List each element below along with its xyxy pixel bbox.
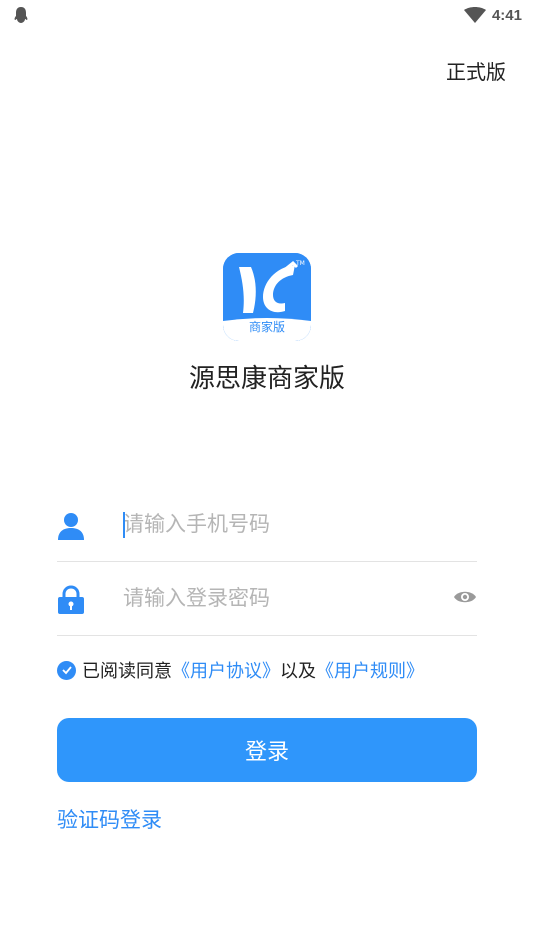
text-cursor <box>123 512 125 538</box>
qq-notification-icon <box>14 7 28 23</box>
agreement-row: 已阅读同意 《用户协议》 以及 《用户规则》 <box>57 656 424 684</box>
password-field-row <box>57 561 477 636</box>
agreement-prefix: 已阅读同意 <box>82 661 172 682</box>
login-button[interactable]: 登录 <box>57 718 477 782</box>
svg-text:TM: TM <box>295 260 305 267</box>
user-agreement-link[interactable]: 《用户协议》 <box>172 657 280 683</box>
user-icon <box>58 513 84 540</box>
status-time: 4:41 <box>491 6 522 24</box>
status-bar: 4:41 <box>0 0 534 30</box>
phone-input[interactable] <box>123 501 443 547</box>
app-logo: TM 商家版 <box>223 253 311 341</box>
wifi-icon <box>463 7 486 23</box>
show-password-icon[interactable] <box>453 588 477 606</box>
phone-field-row <box>57 487 477 562</box>
agreement-middle: 以及 <box>280 661 316 682</box>
agree-checkbox[interactable] <box>57 660 76 680</box>
lock-icon <box>58 585 84 614</box>
password-input[interactable] <box>123 575 443 621</box>
app-name: 源思康商家版 <box>188 364 345 394</box>
check-icon <box>61 666 72 675</box>
code-login-link[interactable]: 验证码登录 <box>57 804 162 834</box>
version-switch[interactable]: 正式版 <box>446 56 506 85</box>
user-rules-link[interactable]: 《用户规则》 <box>316 657 424 683</box>
logo-badge-text: 商家版 <box>248 320 285 334</box>
